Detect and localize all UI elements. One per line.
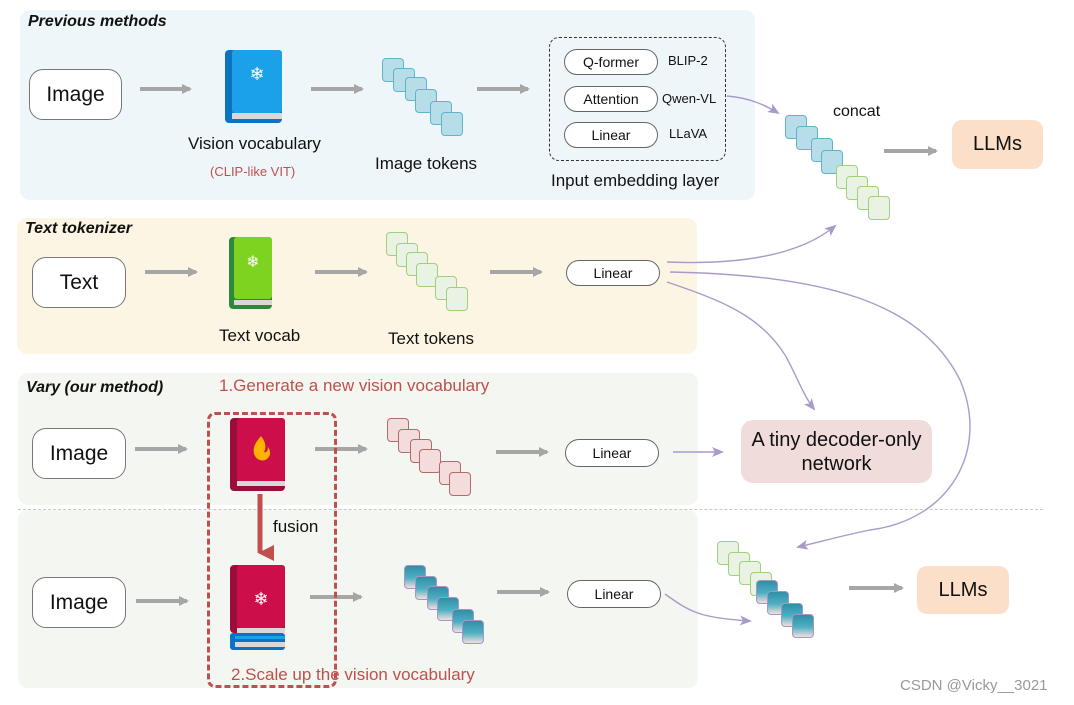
vary-title: Vary (our method) bbox=[26, 379, 164, 396]
text-token bbox=[868, 196, 890, 220]
llava-label: LLaVA bbox=[669, 126, 708, 141]
frozen-stacked-book-icon: ❄ bbox=[230, 565, 285, 650]
svg-text:❄: ❄ bbox=[253, 589, 268, 610]
connectors-layer bbox=[135, 84, 971, 626]
vision-vocab-sublabel: (CLIP-like VIT) bbox=[210, 164, 296, 179]
blip2-label: BLIP-2 bbox=[668, 53, 708, 68]
linear-module-step1: Linear bbox=[565, 439, 659, 467]
image-input-box: Image bbox=[29, 69, 122, 120]
frozen-book-icon: ❄ bbox=[229, 237, 272, 309]
image-input-box-step1: Image bbox=[32, 428, 126, 479]
vision-vocab-label: Vision vocabulary bbox=[188, 134, 321, 153]
frozen-book-icon: ❄ bbox=[225, 50, 282, 123]
previous-methods-title: Previous methods bbox=[28, 13, 167, 30]
linear-module-step2: Linear bbox=[567, 580, 661, 608]
connector-text-linear-to-decoder bbox=[666, 281, 816, 411]
vision-token bbox=[792, 614, 814, 638]
text-vocab-label: Text vocab bbox=[219, 326, 301, 345]
linear-module: Linear bbox=[564, 122, 658, 148]
input-embedding-layer-label: Input embedding layer bbox=[551, 171, 720, 190]
text-input-box: Text bbox=[32, 257, 126, 308]
step1-label: 1.Generate a new vision vocabulary bbox=[219, 376, 490, 395]
attention-module: Attention bbox=[564, 86, 658, 112]
watermark: CSDN @Vicky__3021 bbox=[900, 677, 1048, 694]
text-token bbox=[446, 287, 468, 311]
image-token bbox=[441, 112, 463, 136]
q-former-module: Q-former bbox=[564, 49, 658, 75]
text-linear-module: Linear bbox=[566, 260, 660, 286]
connector-text-linear-to-concat bbox=[666, 224, 837, 264]
vision-token bbox=[449, 472, 471, 496]
step2-label: 2.Scale up the vision vocabulary bbox=[231, 665, 475, 684]
trainable-book-icon bbox=[230, 418, 285, 491]
image-tokens-label: Image tokens bbox=[375, 154, 478, 173]
qwen-vl-label: Qwen-VL bbox=[662, 91, 717, 106]
svg-text:❄: ❄ bbox=[249, 64, 264, 85]
concat-label: concat bbox=[833, 103, 881, 120]
image-input-box-step2: Image bbox=[32, 577, 126, 628]
connector-linear2-to-concat2 bbox=[664, 593, 752, 626]
text-tokenizer-title: Text tokenizer bbox=[25, 220, 132, 237]
llms-box-bottom: LLMs bbox=[917, 566, 1009, 614]
vision-token bbox=[419, 449, 441, 473]
connector-text-linear-to-vary-concat bbox=[669, 271, 971, 550]
vision-token bbox=[462, 620, 484, 644]
fusion-label: fusion bbox=[273, 517, 319, 536]
connector-embedding-to-concat bbox=[726, 95, 780, 115]
llms-box-top: LLMs bbox=[952, 120, 1043, 169]
tiny-decoder-box: A tiny decoder-only network bbox=[741, 420, 932, 483]
svg-text:❄: ❄ bbox=[246, 252, 259, 271]
text-tokens-label: Text tokens bbox=[388, 329, 474, 348]
